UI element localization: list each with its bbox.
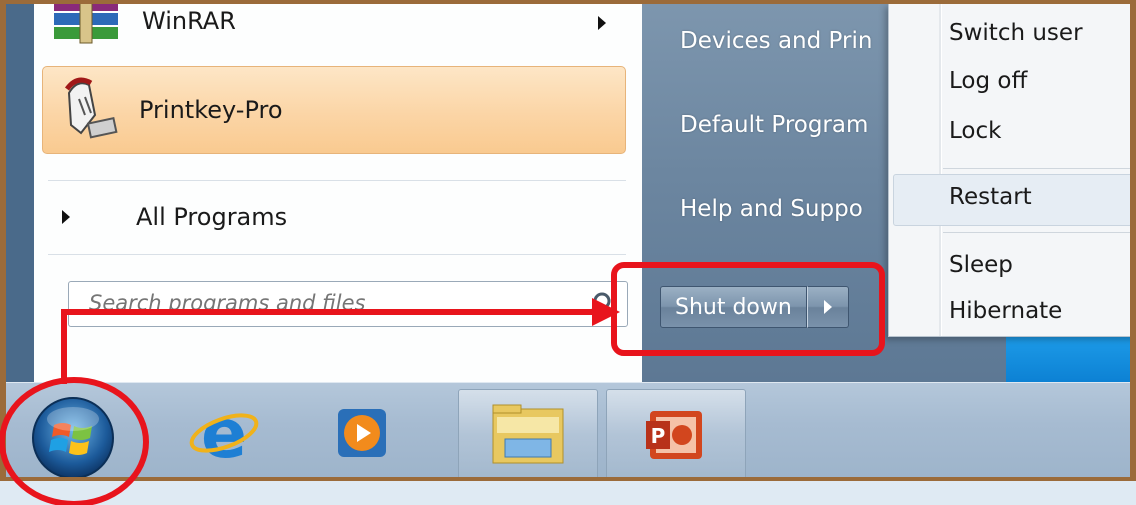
expand-arrow-icon bbox=[62, 210, 70, 224]
shutdown-button[interactable]: Shut down bbox=[660, 286, 807, 328]
powerpoint-icon: P bbox=[646, 411, 702, 459]
file-explorer-button[interactable] bbox=[458, 389, 598, 477]
menu-item-restart[interactable]: Restart bbox=[949, 184, 1032, 210]
menu-item-lock[interactable]: Lock bbox=[949, 118, 1001, 144]
media-player-icon bbox=[338, 409, 386, 457]
start-button[interactable] bbox=[30, 395, 116, 477]
program-item-winrar[interactable]: WinRAR bbox=[42, 4, 626, 62]
windows-orb-icon bbox=[32, 397, 114, 477]
powerpoint-button[interactable]: P bbox=[606, 389, 746, 477]
program-label: WinRAR bbox=[142, 7, 236, 35]
help-and-support-link[interactable]: Help and Suppo bbox=[680, 196, 863, 222]
screenshot-frame: WinRAR Printkey-Pro All Programs Search … bbox=[0, 0, 1136, 481]
menu-item-hibernate[interactable]: Hibernate bbox=[949, 298, 1062, 324]
all-programs-label: All Programs bbox=[136, 203, 288, 231]
search-icon[interactable] bbox=[585, 289, 615, 319]
menu-item-switch-user[interactable]: Switch user bbox=[949, 20, 1083, 46]
search-input[interactable] bbox=[87, 282, 561, 324]
taskbar: e P bbox=[6, 382, 1130, 477]
svg-text:P: P bbox=[651, 424, 666, 448]
submenu-arrow-icon bbox=[598, 16, 606, 30]
media-player-button[interactable] bbox=[326, 397, 398, 469]
menu-separator bbox=[943, 232, 1130, 233]
menu-item-log-off[interactable]: Log off bbox=[949, 68, 1027, 94]
chevron-right-icon bbox=[823, 300, 832, 314]
internet-explorer-button[interactable]: e bbox=[188, 397, 260, 469]
devices-and-printers-link[interactable]: Devices and Prin bbox=[680, 28, 872, 54]
desktop-background bbox=[1006, 336, 1130, 386]
internet-explorer-icon: e bbox=[189, 397, 259, 469]
power-options-menu: Switch user Log off Lock Restart Sleep H… bbox=[888, 4, 1130, 337]
start-menu-programs-pane: WinRAR Printkey-Pro All Programs bbox=[34, 4, 643, 382]
menu-separator bbox=[943, 168, 1130, 169]
menu-divider bbox=[48, 180, 626, 181]
printkey-icon bbox=[51, 75, 121, 145]
svg-text:e: e bbox=[201, 397, 247, 469]
all-programs-item[interactable]: All Programs bbox=[42, 186, 626, 248]
folder-icon bbox=[492, 404, 564, 464]
default-programs-link[interactable]: Default Program bbox=[680, 112, 868, 138]
winrar-icon bbox=[50, 4, 124, 45]
menu-divider bbox=[48, 254, 626, 255]
program-item-printkey-pro[interactable]: Printkey-Pro bbox=[42, 66, 626, 154]
menu-item-sleep[interactable]: Sleep bbox=[949, 252, 1013, 278]
shutdown-control: Shut down bbox=[660, 286, 849, 328]
menu-gutter bbox=[939, 4, 942, 336]
search-box[interactable] bbox=[68, 281, 628, 327]
shutdown-options-button[interactable] bbox=[806, 286, 849, 328]
program-label: Printkey-Pro bbox=[139, 96, 283, 124]
